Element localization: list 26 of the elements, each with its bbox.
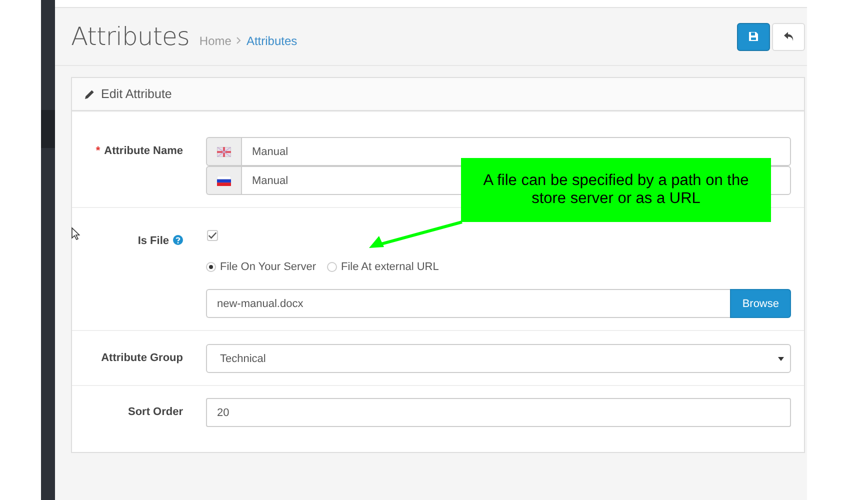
field-label: Attribute Group xyxy=(101,352,183,364)
field-label: Is File xyxy=(138,235,169,247)
radio-button[interactable] xyxy=(206,262,216,272)
sort-order-input[interactable]: 20 xyxy=(206,398,791,427)
save-button[interactable] xyxy=(737,22,770,50)
file-path-input[interactable]: new-manual.docx xyxy=(206,289,730,318)
required-mark: * xyxy=(96,145,100,157)
back-button[interactable] xyxy=(772,22,805,50)
page-title: Attributes xyxy=(71,22,190,51)
radio-label: File At external URL xyxy=(341,261,439,273)
pencil-icon xyxy=(84,88,95,100)
hint-tooltip: A file can be specified by a path on the store server or as a URL xyxy=(461,158,771,222)
checkbox[interactable] xyxy=(207,230,218,241)
field-label: Attribute Name xyxy=(104,145,183,157)
save-icon xyxy=(748,31,759,42)
field-label: Sort Order xyxy=(128,406,183,418)
chevron-icon xyxy=(236,37,242,44)
flag-icon xyxy=(217,146,231,156)
reply-icon xyxy=(782,31,794,42)
browse-button[interactable]: Browse xyxy=(730,289,791,318)
group-select[interactable]: Technical xyxy=(206,344,791,373)
flag-icon xyxy=(217,176,231,186)
radio-button[interactable] xyxy=(327,262,337,272)
radio-label: File On Your Server xyxy=(220,261,316,273)
panel-title: Edit Attribute xyxy=(101,87,172,101)
caret-icon xyxy=(778,356,784,360)
